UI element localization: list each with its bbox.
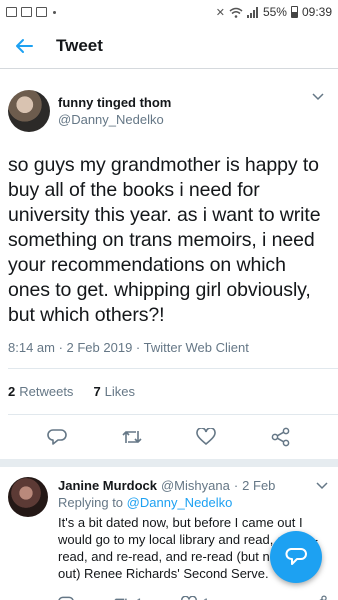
likes-count: 7: [93, 384, 101, 399]
replying-label: Replying to: [58, 495, 124, 510]
mute-icon: ✕: [215, 6, 225, 19]
like-button[interactable]: [193, 424, 219, 450]
tweet-text: so guys my grandmother is happy to buy a…: [8, 154, 321, 326]
replying-to: Replying to @Danny_Nedelko: [58, 494, 328, 512]
reply-reply-button[interactable]: [58, 595, 74, 600]
signal-icon: [246, 6, 258, 18]
reply-header: Janine Murdock @Mishyana · 2 Feb: [58, 477, 328, 494]
system-icons: ✕ 55% 09:39: [216, 5, 332, 19]
mail-notification-icon: [21, 7, 32, 17]
reply-author-name[interactable]: Janine Murdock: [58, 477, 157, 494]
chevron-down-icon: [312, 93, 324, 101]
reply-time: 2 Feb: [242, 478, 276, 493]
reply-retweet-count: 1: [136, 596, 143, 600]
tweet-stats: 2 Retweets 7 Likes: [0, 369, 338, 414]
retweets-label: Retweets: [19, 384, 74, 399]
retweets-count: 2: [8, 384, 16, 399]
gallery-notification-icon: [6, 7, 17, 17]
author-info[interactable]: funny tinged thom @Danny_Nedelko: [58, 94, 308, 128]
retweet-icon: [113, 598, 127, 600]
author-handle: @Danny_Nedelko: [58, 112, 164, 127]
share-icon: [271, 427, 290, 447]
share-icon: [319, 595, 327, 600]
reply-like-button[interactable]: 1: [180, 595, 210, 600]
reply-share-button[interactable]: [312, 595, 328, 600]
page-title: Tweet: [56, 36, 103, 55]
clock: 09:39: [301, 5, 332, 19]
tweet-author: funny tinged thom @Danny_Nedelko: [0, 69, 338, 139]
reply-icon: [58, 596, 74, 600]
battery-percent: 55%: [262, 5, 287, 19]
app-header: Tweet: [0, 24, 338, 69]
status-bar: ✕ 55% 09:39: [0, 0, 338, 24]
likes-stat[interactable]: 7 Likes: [93, 384, 135, 399]
mention-link[interactable]: @Danny_Nedelko: [127, 495, 233, 510]
heart-icon: [180, 595, 197, 600]
tweet-meta: 8:14 am · 2 Feb 2019 · Twitter Web Clien…: [8, 340, 249, 355]
heart-icon: [196, 428, 217, 446]
compose-reply-icon: [285, 548, 307, 565]
wifi-icon: [229, 7, 243, 18]
battery-icon: [290, 6, 298, 18]
tweet-actions: [0, 415, 338, 467]
reply-icon: [47, 429, 67, 445]
photo-notification-icon: [36, 7, 47, 17]
likes-label: Likes: [104, 384, 136, 399]
separator-dot: ·: [233, 478, 239, 493]
reply-actions: 1 1: [58, 588, 328, 600]
reply-button[interactable]: [44, 424, 70, 450]
back-button[interactable]: [12, 34, 36, 58]
chevron-down-icon: [316, 482, 328, 490]
reply-retweet-button[interactable]: 1: [112, 596, 143, 600]
retweet-icon: [122, 431, 142, 443]
tweet-menu-button[interactable]: [308, 87, 328, 107]
reply-like-count: 1: [203, 596, 210, 600]
retweets-stat[interactable]: 2 Retweets: [8, 384, 73, 399]
notification-icons: [6, 7, 56, 17]
author-name: funny tinged thom: [58, 95, 172, 110]
compose-reply-button[interactable]: [270, 531, 322, 583]
more-notifications-icon: [53, 10, 56, 14]
reply-menu-button[interactable]: [316, 477, 328, 494]
back-arrow-icon: [16, 39, 33, 53]
retweet-button[interactable]: [119, 424, 145, 450]
avatar[interactable]: [8, 90, 50, 132]
reply-author-handle: @Mishyana: [160, 478, 230, 493]
avatar[interactable]: [8, 477, 48, 517]
share-button[interactable]: [268, 424, 294, 450]
